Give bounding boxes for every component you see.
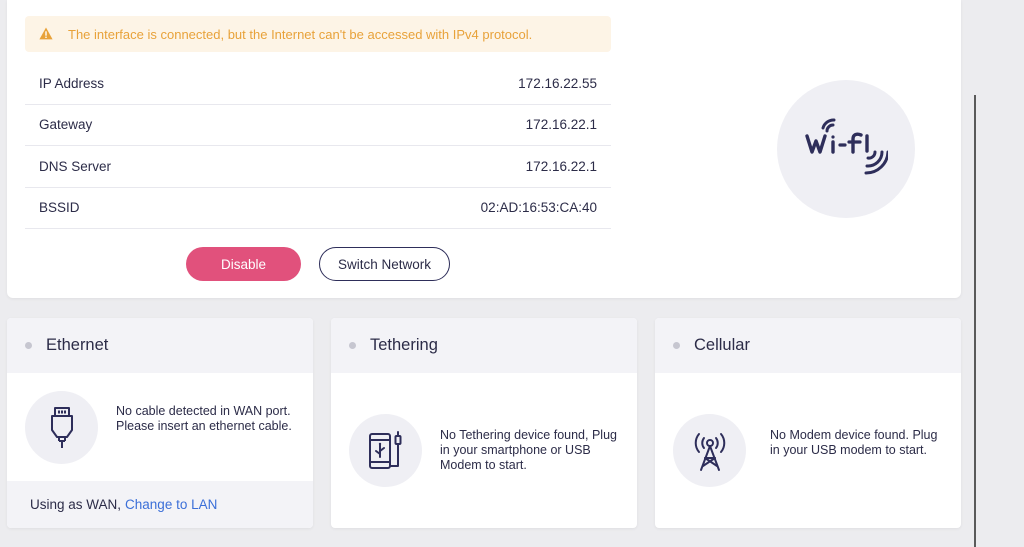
connection-warning-alert: The interface is connected, but the Inte… <box>25 16 611 52</box>
info-value: 02:AD:16:53:CA:40 <box>480 200 597 216</box>
status-dot <box>349 342 356 349</box>
status-dot <box>673 342 680 349</box>
warning-message: The interface is connected, but the Inte… <box>68 26 533 42</box>
tethering-title: Tethering <box>370 336 438 354</box>
tethering-panel: Tethering No Tethering device found, Plu… <box>331 318 637 528</box>
info-value: 172.16.22.55 <box>518 75 597 91</box>
wifi-logo-icon <box>777 80 915 218</box>
ethernet-plug-icon <box>25 391 98 464</box>
cellular-panel-header: Cellular <box>655 318 961 373</box>
ethernet-title: Ethernet <box>46 336 109 354</box>
info-label: IP Address <box>39 75 105 91</box>
info-row-bssid: BSSID 02:AD:16:53:CA:40 <box>25 188 611 229</box>
ethernet-message: No cable detected in WAN port. Please in… <box>116 404 292 433</box>
ethernet-panel: Ethernet No cable detected in WAN port. … <box>7 318 313 528</box>
info-label: Gateway <box>39 117 93 133</box>
wan-status-text: Using as WAN, <box>30 497 122 512</box>
cellular-panel: Cellular No Modem device found. Plug in … <box>655 318 961 528</box>
change-to-lan-link[interactable]: Change to LAN <box>125 497 217 512</box>
scrollbar[interactable] <box>974 95 976 547</box>
network-status-card: The interface is connected, but the Inte… <box>7 0 961 298</box>
phone-usb-icon <box>349 414 422 487</box>
cellular-title: Cellular <box>694 336 750 354</box>
info-row-ip-address: IP Address 172.16.22.55 <box>25 63 611 105</box>
info-row-gateway: Gateway 172.16.22.1 <box>25 105 611 146</box>
info-label: DNS Server <box>39 158 112 174</box>
tethering-panel-header: Tethering <box>331 318 637 373</box>
status-dot <box>25 342 32 349</box>
info-row-dns-server: DNS Server 172.16.22.1 <box>25 146 611 188</box>
switch-network-button[interactable]: Switch Network <box>319 247 450 281</box>
ethernet-footer: Using as WAN, Change to LAN <box>7 481 313 528</box>
info-value: 172.16.22.1 <box>525 158 597 174</box>
connection-info-table: IP Address 172.16.22.55 Gateway 172.16.2… <box>25 63 611 229</box>
info-label: BSSID <box>39 200 80 216</box>
info-value: 172.16.22.1 <box>525 117 597 133</box>
warning-icon <box>39 27 53 41</box>
ethernet-panel-header: Ethernet <box>7 318 313 373</box>
disable-button[interactable]: Disable <box>186 247 301 281</box>
cell-tower-icon <box>673 414 746 487</box>
tethering-message: No Tethering device found, Plug in your … <box>440 428 617 472</box>
cellular-message: No Modem device found. Plug in your USB … <box>770 428 938 457</box>
